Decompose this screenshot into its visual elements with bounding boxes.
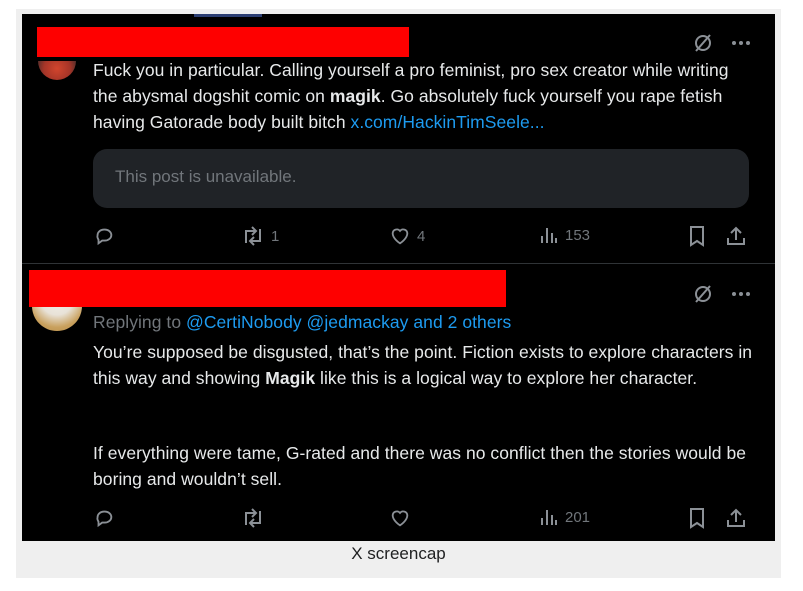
like-button[interactable]: [389, 507, 411, 529]
heart-icon: [391, 228, 409, 245]
grok-icon[interactable]: [693, 33, 713, 53]
post-1[interactable]: Fuck you in particular. Calling yourself…: [22, 14, 775, 263]
more-icon[interactable]: [731, 284, 751, 304]
views-icon: [541, 510, 557, 525]
more-icon[interactable]: [731, 33, 751, 53]
replying-prefix: Replying to: [93, 312, 187, 332]
post-controls: [693, 284, 751, 304]
views-icon: [541, 228, 557, 243]
bookmark-button[interactable]: [687, 225, 707, 247]
repost-count: 1: [271, 227, 280, 245]
post-actions: 1 4 153: [93, 225, 763, 249]
bookmark-icon: [690, 226, 704, 247]
quoted-post-text: This post is unavailable.: [115, 167, 297, 186]
redacted-username: [29, 270, 506, 307]
share-icon: [727, 508, 745, 527]
views-button[interactable]: 201: [539, 507, 590, 527]
like-count: 4: [417, 227, 426, 245]
repost-icon: [245, 508, 261, 528]
like-button[interactable]: 4: [389, 225, 425, 247]
reply-button[interactable]: [93, 507, 115, 529]
repost-button[interactable]: 1: [241, 225, 279, 247]
post-2[interactable]: Replying to @CertiNobody @jedmackay and …: [22, 264, 775, 541]
quoted-post[interactable]: This post is unavailable.: [93, 149, 749, 208]
share-icon: [727, 226, 745, 245]
post-actions: 201: [93, 507, 763, 531]
post-text-bold: magik: [329, 86, 381, 106]
views-count: 153: [565, 226, 591, 244]
post-text-bold: Magik: [265, 368, 316, 388]
repost-icon: [245, 226, 261, 246]
replying-to: Replying to @CertiNobody @jedmackay and …: [93, 309, 753, 335]
views-button[interactable]: 153: [539, 225, 590, 245]
post-text-b: like this is a logical way to explore he…: [315, 368, 698, 388]
reply-button[interactable]: [93, 225, 115, 247]
repost-button[interactable]: [241, 507, 265, 529]
bookmark-icon: [690, 508, 704, 529]
views-count: 201: [565, 508, 591, 526]
share-button[interactable]: [725, 507, 747, 529]
post-text: You’re supposed be disgusted, that’s the…: [93, 339, 753, 391]
grok-icon[interactable]: [693, 284, 713, 304]
post-text-paragraph-2: If everything were tame, G-rated and the…: [93, 443, 747, 489]
replying-handles[interactable]: @CertiNobody @jedmackay and 2 others: [186, 312, 511, 332]
share-button[interactable]: [725, 225, 747, 247]
screenshot: Fuck you in particular. Calling yourself…: [22, 14, 775, 541]
post-text: Fuck you in particular. Calling yourself…: [93, 57, 753, 135]
image-caption: X screencap: [351, 544, 446, 563]
post-link[interactable]: x.com/HackinTimSeele...: [351, 112, 545, 132]
heart-icon: [391, 510, 409, 527]
reply-icon: [96, 228, 113, 246]
redacted-username: [37, 27, 409, 57]
post-controls: [693, 33, 751, 53]
reply-icon: [96, 510, 113, 528]
bookmark-button[interactable]: [687, 507, 707, 529]
